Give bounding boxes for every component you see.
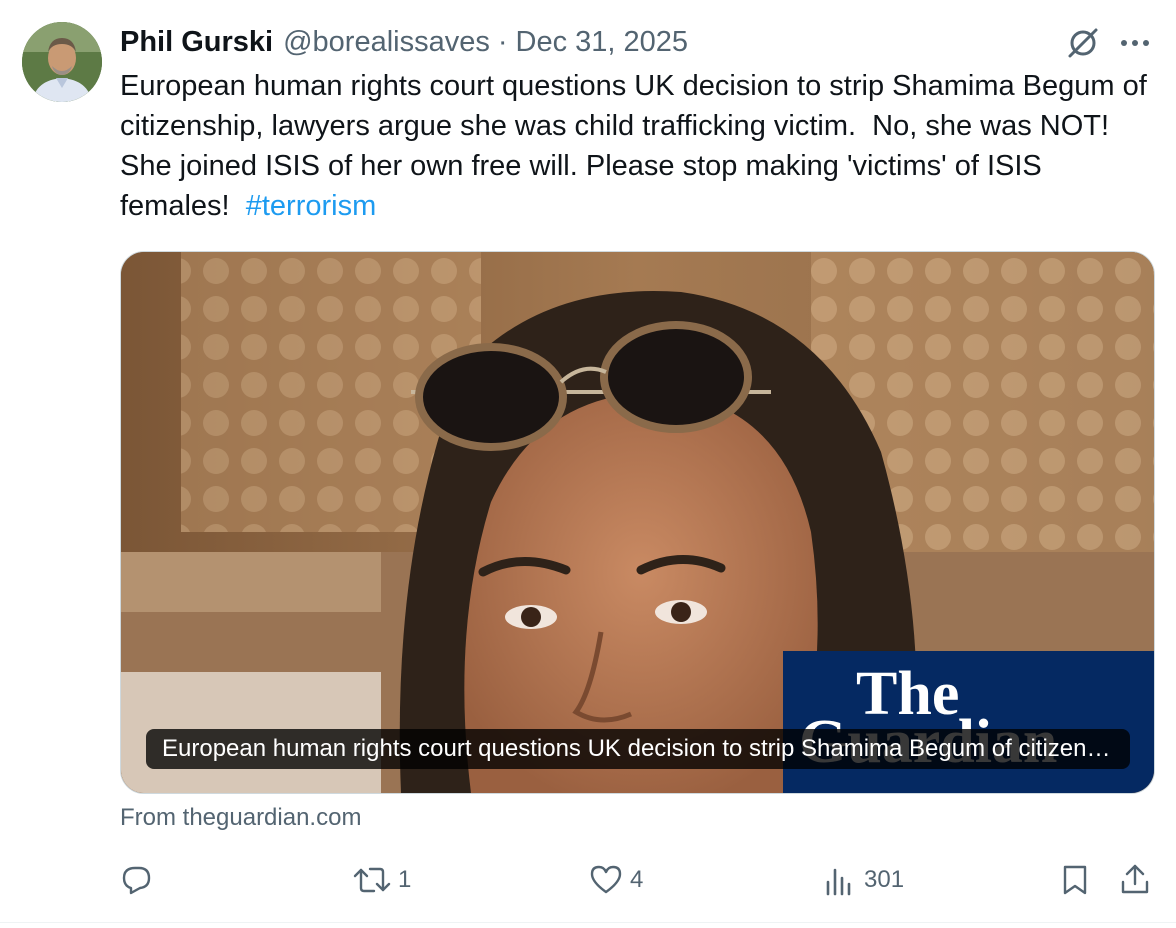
share-button[interactable] <box>1118 858 1152 902</box>
link-card[interactable]: The Guardian European human rights court… <box>120 251 1155 794</box>
divider <box>0 922 1176 923</box>
reply-icon <box>118 862 154 898</box>
avatar-image <box>22 22 102 102</box>
bookmark-icon <box>1058 862 1092 898</box>
avatar[interactable] <box>22 22 102 102</box>
post-text: European human rights court questions UK… <box>120 66 1150 226</box>
card-image: The Guardian <box>121 252 1154 793</box>
views-icon <box>822 862 858 898</box>
like-count: 4 <box>630 866 644 893</box>
post-header: Phil Gurski @borealissaves · Dec 31, 202… <box>120 24 688 60</box>
author-handle[interactable]: @borealissaves <box>283 26 490 59</box>
card-source[interactable]: From theguardian.com <box>120 802 361 834</box>
reply-button[interactable] <box>118 858 160 902</box>
repost-button[interactable]: 1 <box>352 858 411 902</box>
card-caption: European human rights court questions UK… <box>146 729 1130 769</box>
grok-icon[interactable] <box>1064 24 1102 62</box>
views-count: 301 <box>864 866 905 893</box>
post-date[interactable]: Dec 31, 2025 <box>516 26 689 59</box>
more-icon[interactable] <box>1116 24 1154 62</box>
share-icon <box>1118 862 1152 898</box>
action-bar: 1 4 301 <box>0 858 1176 902</box>
hashtag-link[interactable]: #terrorism <box>246 190 377 222</box>
views-button[interactable]: 301 <box>822 858 904 902</box>
repost-icon <box>352 862 392 898</box>
like-button[interactable]: 4 <box>588 858 643 902</box>
author-name[interactable]: Phil Gurski <box>120 26 273 59</box>
heart-icon <box>588 862 624 898</box>
tweet: Phil Gurski @borealissaves · Dec 31, 202… <box>0 0 1176 928</box>
bookmark-button[interactable] <box>1058 858 1092 902</box>
separator-dot: · <box>497 25 508 58</box>
repost-count: 1 <box>398 866 412 893</box>
